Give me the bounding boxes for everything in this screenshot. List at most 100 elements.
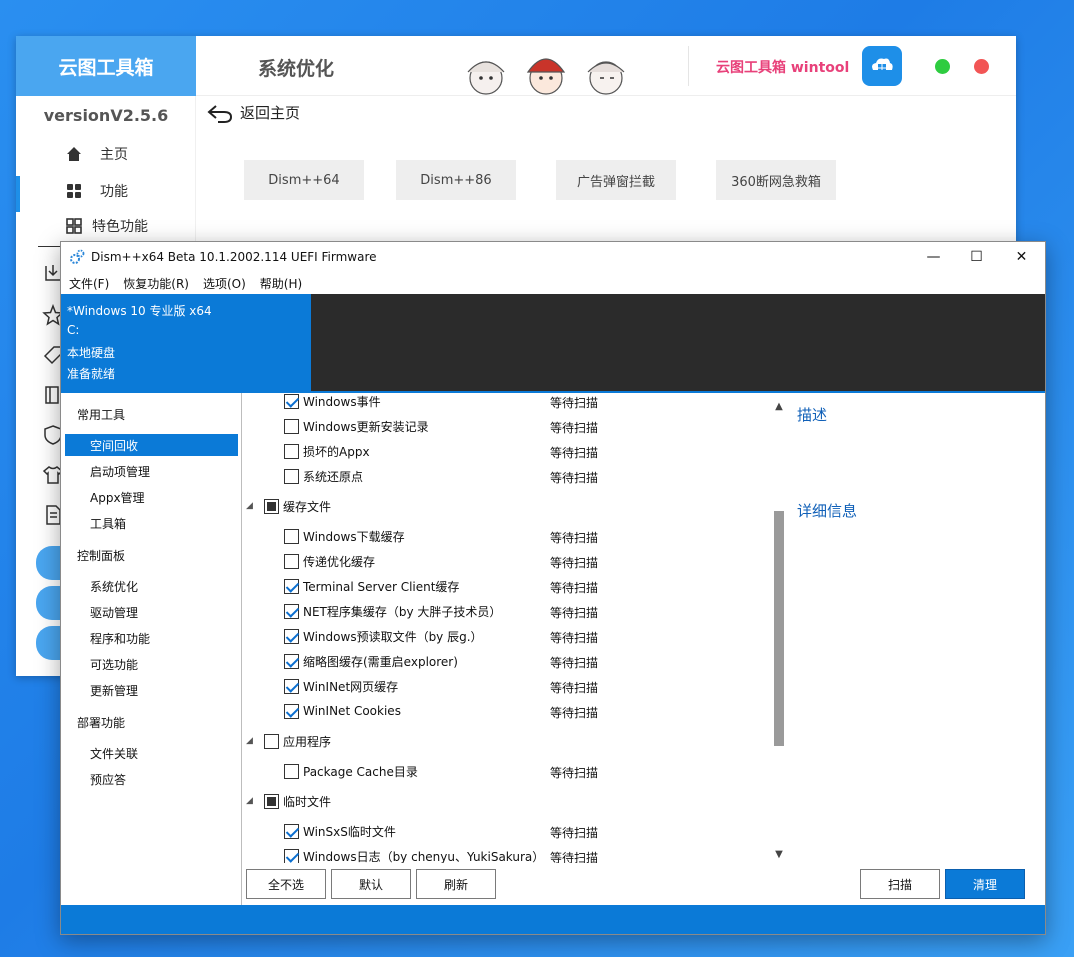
list-item-row[interactable]: WinINet网页缓存 <box>284 676 398 696</box>
item-checkbox[interactable] <box>284 578 299 594</box>
windows-logo-icon[interactable] <box>862 46 902 86</box>
group-checkbox[interactable] <box>264 793 279 809</box>
clean-button[interactable]: 清理 <box>945 869 1025 899</box>
refresh-button[interactable]: 刷新 <box>416 869 496 899</box>
list-item-row[interactable]: NET程序集缓存（by 大胖子技术员） <box>284 601 501 621</box>
nav-group-header: 部署功能 <box>77 716 126 730</box>
item-checkbox[interactable] <box>284 823 299 839</box>
select-none-button[interactable]: 全不选 <box>246 869 326 899</box>
gear-icon <box>70 249 85 264</box>
expand-caret-icon[interactable]: ◢ <box>246 736 260 746</box>
list-group-row[interactable]: ◢ 应用程序 <box>246 731 331 751</box>
menu-bar: 文件(F) 恢复功能(R) 选项(O) 帮助(H) <box>61 272 302 294</box>
window-title: Dism++x64 Beta 10.1.2002.114 UEFI Firmwa… <box>91 250 377 264</box>
item-checkbox[interactable] <box>284 763 299 779</box>
scroll-up-icon[interactable]: ▲ <box>772 399 786 413</box>
list-item-row[interactable]: 损坏的Appx <box>284 441 370 461</box>
item-status: 等待扫描 <box>550 706 599 720</box>
nav-panel: 常用工具 空间回收 启动项管理 Appx管理 工具箱 控制面板 系统优化 驱动管… <box>61 393 242 905</box>
network-rescue-button[interactable]: 360断网急救箱 <box>716 160 836 200</box>
nav-item-updates[interactable]: 更新管理 <box>90 682 138 699</box>
item-label: 传递优化缓存 <box>303 554 376 569</box>
item-checkbox[interactable] <box>284 528 299 544</box>
list-item-row[interactable]: Windows下载缓存 <box>284 526 405 546</box>
menu-restore[interactable]: 恢复功能(R) <box>123 275 189 292</box>
close-button[interactable]: ✕ <box>999 242 1044 272</box>
scroll-thumb[interactable] <box>774 511 784 746</box>
item-checkbox[interactable] <box>284 443 299 459</box>
item-label: Windows更新安装记录 <box>303 419 429 434</box>
sidebar-item-features[interactable]: 功能 <box>66 181 128 201</box>
session-info-panel[interactable]: *Windows 10 专业版 x64 C: 本地硬盘 准备就绪 <box>61 294 311 392</box>
menu-file[interactable]: 文件(F) <box>69 275 109 292</box>
item-checkbox[interactable] <box>284 393 299 409</box>
list-item-row[interactable]: WinINet Cookies <box>284 701 401 721</box>
default-button[interactable]: 默认 <box>331 869 411 899</box>
list-item-row[interactable]: Windows事件 <box>284 393 381 411</box>
list-item-row[interactable]: Windows预读取文件（by 辰g.） <box>284 626 483 646</box>
ad-blocker-button[interactable]: 广告弹窗拦截 <box>556 160 676 200</box>
item-status: 等待扫描 <box>550 471 599 485</box>
group-checkbox[interactable] <box>264 498 279 514</box>
item-status: 等待扫描 <box>550 851 599 863</box>
list-item-row[interactable]: WinSxS临时文件 <box>284 821 396 841</box>
list-scrollbar[interactable]: ▲ ▼ <box>772 399 786 861</box>
list-item-row[interactable]: Package Cache目录 <box>284 761 418 781</box>
sidebar-item-special[interactable]: 特色功能 <box>66 216 148 236</box>
minimize-dot-button[interactable] <box>935 59 950 74</box>
scroll-down-icon[interactable]: ▼ <box>772 847 786 861</box>
item-label: 系统还原点 <box>303 469 364 484</box>
dism64-button[interactable]: Dism++64 <box>244 160 364 200</box>
list-item-row[interactable]: 缩略图缓存(需重启explorer) <box>284 651 458 671</box>
list-item-row[interactable]: 传递优化缓存 <box>284 551 375 571</box>
nav-item-programs[interactable]: 程序和功能 <box>90 630 150 647</box>
dism86-button[interactable]: Dism++86 <box>396 160 516 200</box>
item-checkbox[interactable] <box>284 603 299 619</box>
os-label: *Windows 10 专业版 x64 <box>67 304 212 318</box>
expand-caret-icon[interactable]: ◢ <box>246 501 260 511</box>
cleanup-list: Windows事件等待扫描 Windows更新安装记录等待扫描 损坏的Appx 等待扫… <box>242 393 772 863</box>
drive-label: C: <box>67 323 80 337</box>
mascot-banner-image <box>467 58 625 95</box>
scan-button[interactable]: 扫描 <box>860 869 940 899</box>
item-checkbox[interactable] <box>284 653 299 669</box>
nav-item-system-optimize[interactable]: 系统优化 <box>90 578 138 595</box>
menu-options[interactable]: 选项(O) <box>203 275 246 292</box>
nav-item-space-reclaim[interactable]: 空间回收 <box>90 437 138 454</box>
close-dot-button[interactable] <box>974 59 989 74</box>
item-checkbox[interactable] <box>284 628 299 644</box>
nav-item-optional-features[interactable]: 可选功能 <box>90 656 138 673</box>
group-checkbox[interactable] <box>264 733 279 749</box>
item-checkbox[interactable] <box>284 678 299 694</box>
item-status: 等待扫描 <box>550 681 599 695</box>
nav-item-file-assoc[interactable]: 文件关联 <box>90 745 138 762</box>
sidebar-item-label: 特色功能 <box>92 219 148 235</box>
sidebar-item-home[interactable]: 主页 <box>66 144 128 164</box>
item-checkbox[interactable] <box>284 418 299 434</box>
item-checkbox[interactable] <box>284 468 299 484</box>
nav-item-startup[interactable]: 启动项管理 <box>90 463 150 480</box>
list-item-row[interactable]: Terminal Server Client缓存 <box>284 576 459 596</box>
item-status: 等待扫描 <box>550 631 599 645</box>
return-home-link[interactable]: 返回主页 <box>206 102 300 123</box>
nav-item-drivers[interactable]: 驱动管理 <box>90 604 138 621</box>
menu-help[interactable]: 帮助(H) <box>260 275 302 292</box>
item-checkbox[interactable] <box>284 553 299 569</box>
item-checkbox[interactable] <box>284 703 299 719</box>
item-label: Windows日志（by chenyu、YukiSakura） <box>303 849 545 864</box>
maximize-button[interactable]: ☐ <box>954 242 999 272</box>
expand-caret-icon[interactable]: ◢ <box>246 796 260 806</box>
disk-label: 本地硬盘 <box>67 346 116 360</box>
nav-item-answer-file[interactable]: 预应答 <box>90 771 126 788</box>
list-item-row[interactable]: Windows更新安装记录 <box>284 416 429 436</box>
item-checkbox[interactable] <box>284 848 299 863</box>
item-label: Windows预读取文件（by 辰g.） <box>303 629 483 644</box>
nav-item-appx[interactable]: Appx管理 <box>90 489 145 506</box>
list-item-row[interactable]: Windows日志（by chenyu、YukiSakura） <box>284 846 544 863</box>
list-group-row[interactable]: ◢ 缓存文件 <box>246 496 331 516</box>
list-item-row[interactable]: 系统还原点 <box>284 466 363 486</box>
minimize-button[interactable]: — <box>911 242 956 272</box>
group-label: 缓存文件 <box>283 499 332 514</box>
nav-item-toolbox[interactable]: 工具箱 <box>90 515 126 532</box>
list-group-row[interactable]: ◢ 临时文件 <box>246 791 331 811</box>
